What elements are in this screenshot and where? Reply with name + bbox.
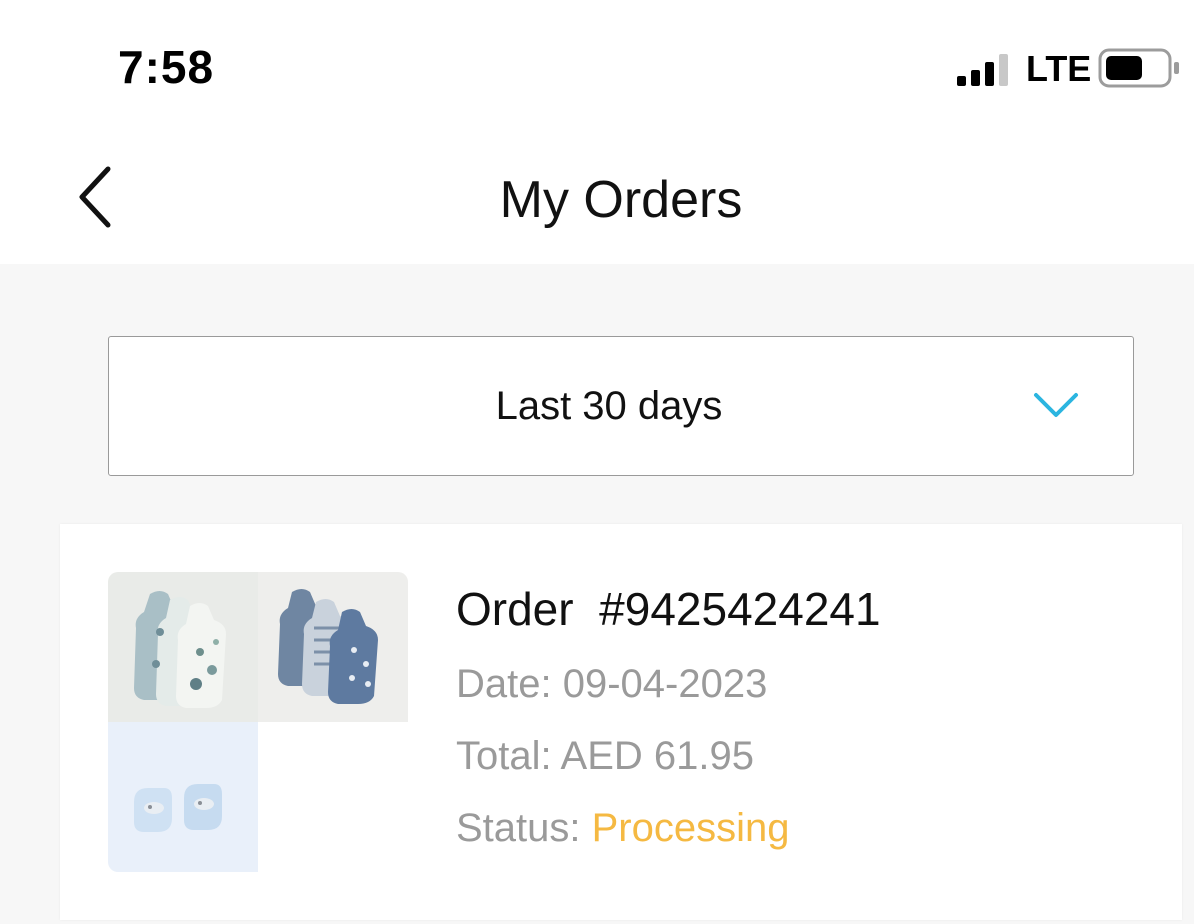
order-status-value: Processing — [591, 806, 790, 850]
order-number-value: #9425424241 — [599, 583, 881, 635]
date-range-dropdown[interactable]: Last 30 days — [108, 336, 1134, 476]
printed-bodysuits-image — [108, 572, 258, 722]
order-date: Date: 09-04-2023 — [456, 662, 881, 712]
navigation-bar: My Orders — [0, 132, 1194, 264]
network-label: LTE — [1026, 48, 1092, 89]
order-status-label: Status: — [456, 806, 592, 850]
order-thumbnails — [108, 572, 408, 872]
status-bar: 7:58 LTE — [0, 0, 1194, 132]
order-number-prefix: Order — [456, 583, 574, 635]
baby-booties-image — [108, 722, 258, 872]
chevron-down-icon — [1034, 393, 1078, 417]
striped-bodysuits-image — [258, 572, 408, 722]
order-status: Status: Processing — [456, 806, 881, 856]
order-card[interactable]: Order #9425424241 Date: 09-04-2023 Total… — [60, 524, 1182, 920]
status-time: 7:58 — [118, 41, 215, 93]
signal-bars-icon — [957, 54, 1008, 86]
order-number: Order #9425424241 — [456, 582, 881, 636]
order-total-label: Total: — [456, 734, 561, 778]
order-total: Total: AED 61.95 — [456, 734, 881, 784]
order-date-value: 09-04-2023 — [562, 662, 768, 706]
order-date-label: Date: — [456, 662, 563, 706]
order-details: Order #9425424241 Date: 09-04-2023 Total… — [456, 582, 881, 878]
date-range-selected: Last 30 days — [495, 384, 723, 428]
battery-icon — [1098, 48, 1179, 88]
page-title: My Orders — [499, 171, 743, 229]
order-total-value: AED 61.95 — [560, 734, 754, 778]
